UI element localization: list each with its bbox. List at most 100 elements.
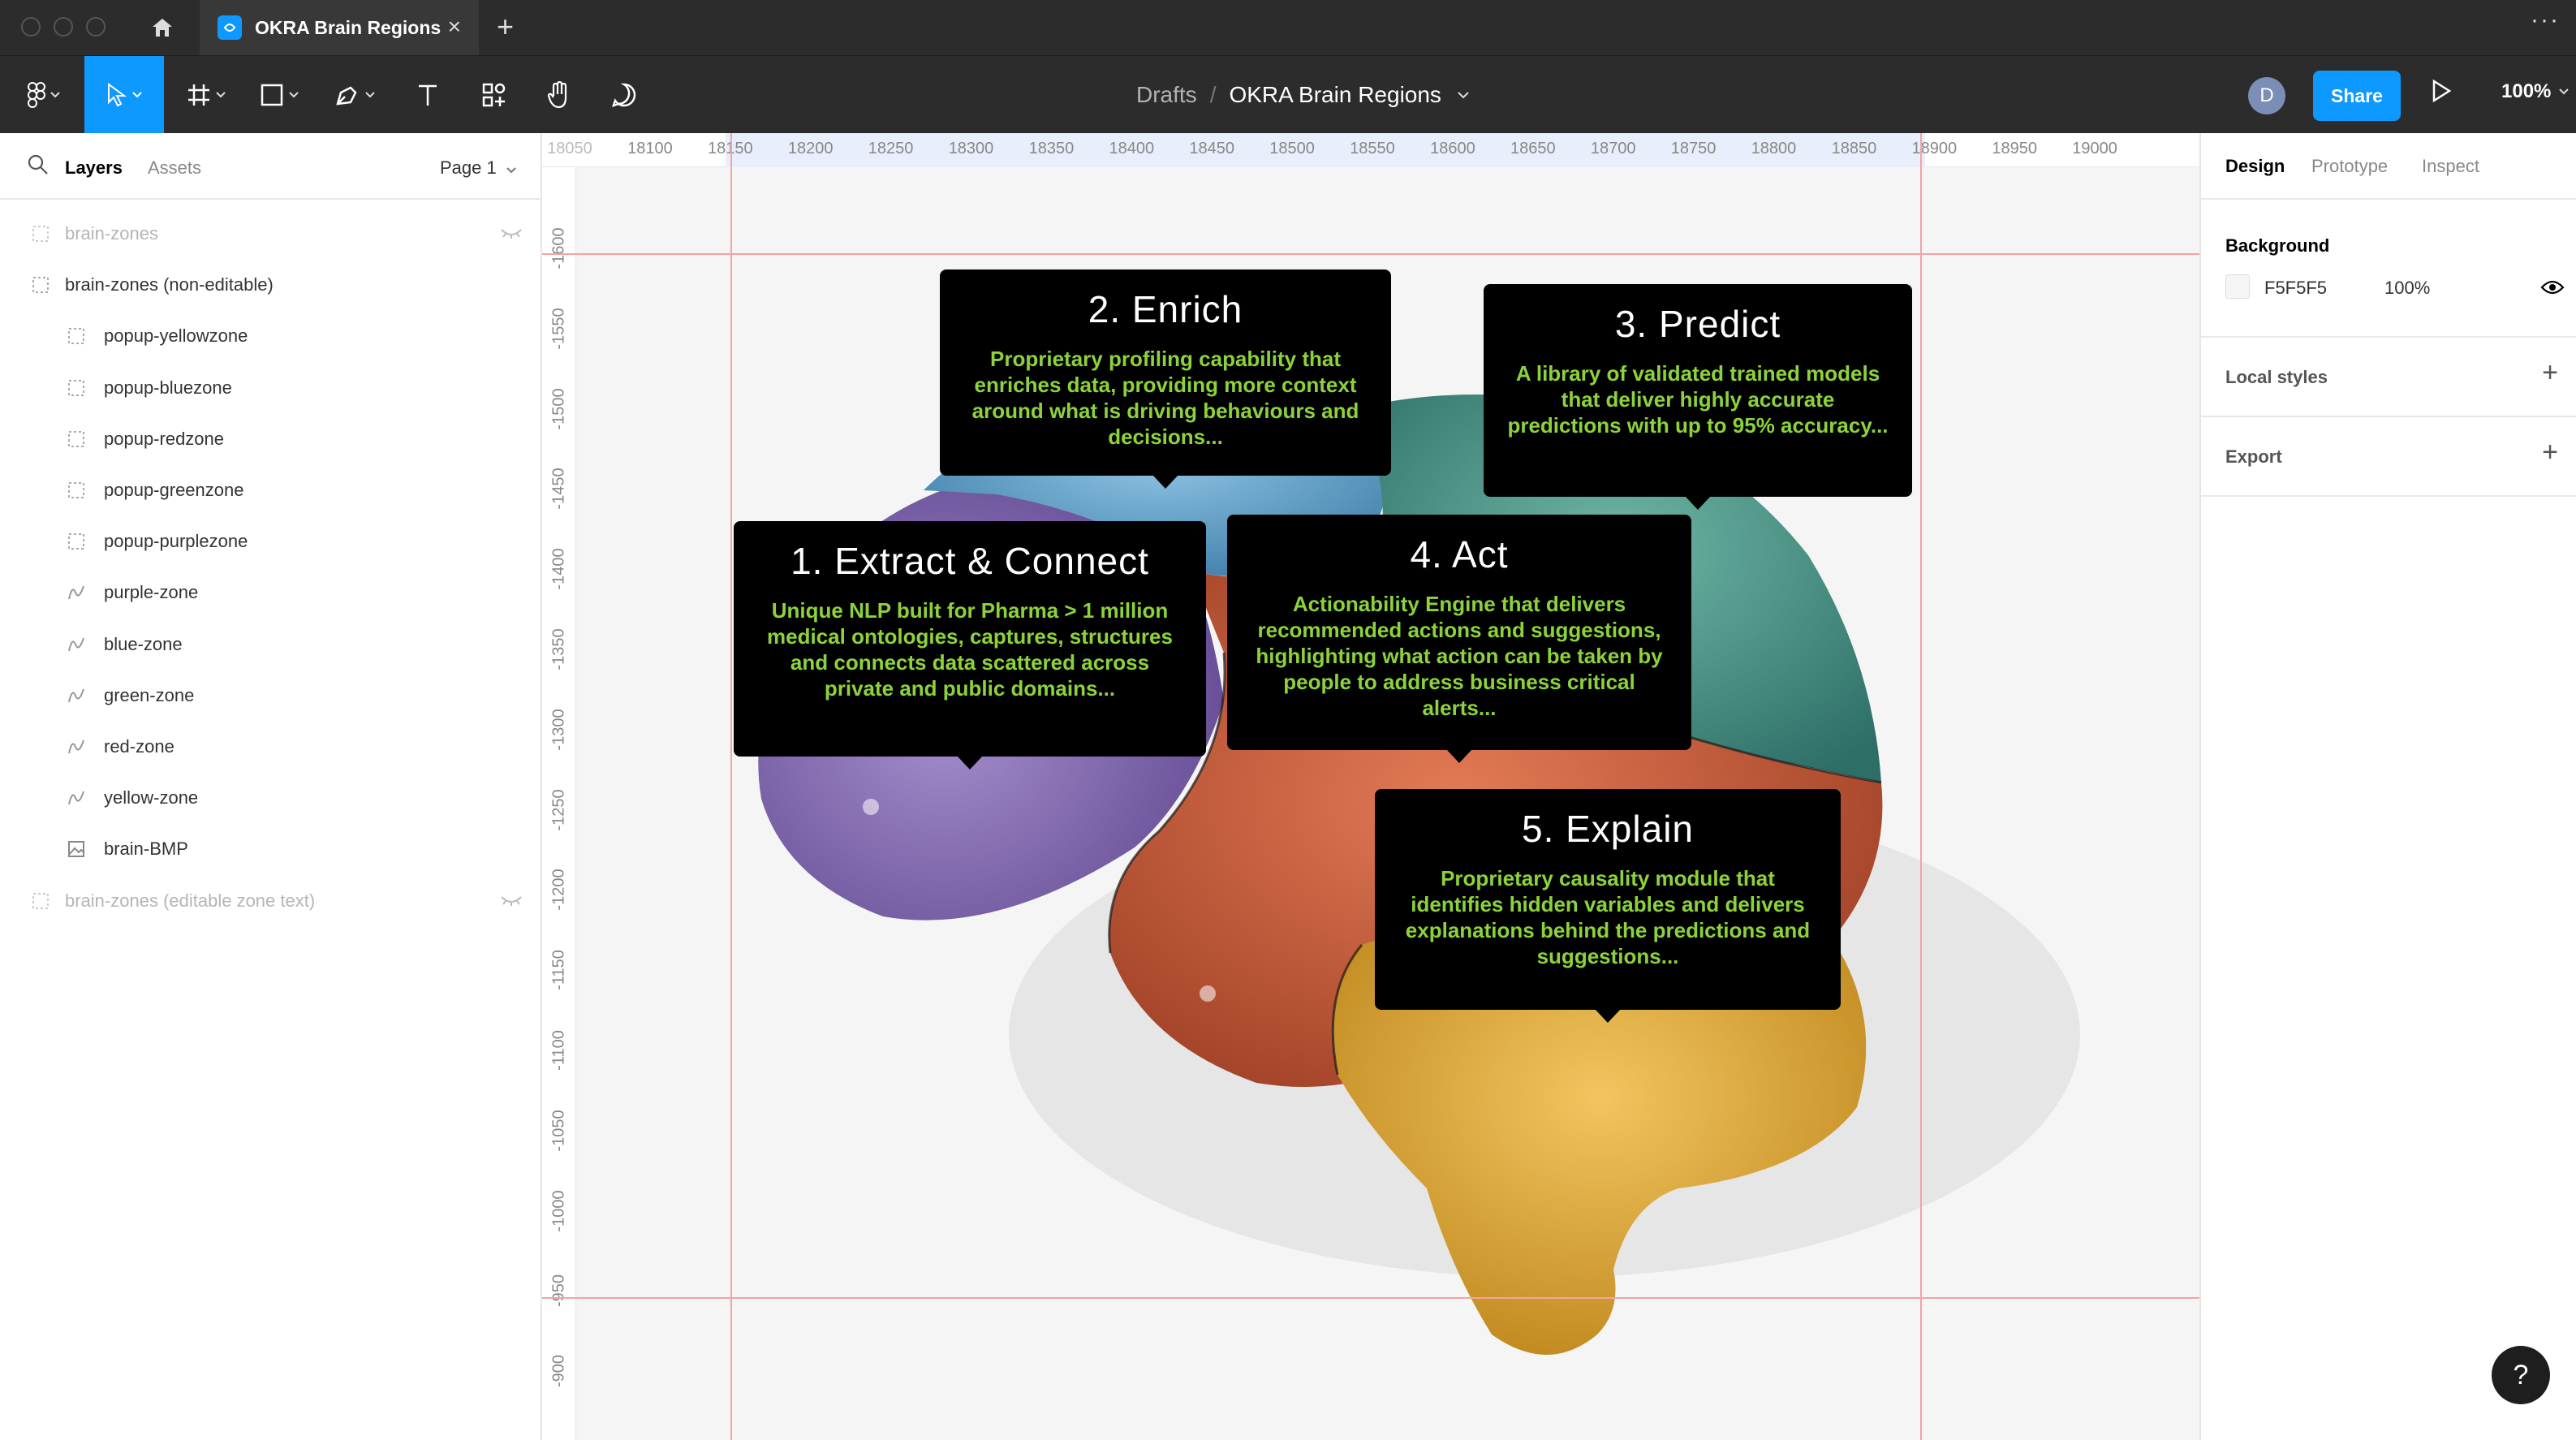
search-icon[interactable] bbox=[28, 154, 49, 175]
tab-assets[interactable]: Assets bbox=[148, 157, 201, 179]
zoom-dropdown[interactable]: 100% bbox=[2501, 80, 2570, 103]
close-icon[interactable]: × bbox=[448, 14, 461, 40]
window-close-dot[interactable] bbox=[21, 17, 41, 37]
present-button[interactable] bbox=[2431, 79, 2452, 107]
layer-row[interactable]: brain-BMP bbox=[0, 823, 542, 875]
add-export-icon[interactable]: + bbox=[2542, 437, 2558, 468]
eye-closed-icon[interactable] bbox=[500, 890, 523, 912]
pen-tool-button[interactable] bbox=[320, 56, 390, 134]
frame-layer-icon bbox=[29, 274, 52, 296]
share-button[interactable]: Share bbox=[2313, 71, 2401, 121]
popup-enrich[interactable]: 2. Enrich Proprietary profiling capabili… bbox=[940, 269, 1391, 489]
breadcrumb: Drafts / OKRA Brain Regions bbox=[1136, 56, 1469, 134]
layer-row[interactable]: purple-zone bbox=[0, 567, 542, 619]
popup-explain[interactable]: 5. Explain Proprietary causality module … bbox=[1375, 789, 1841, 1023]
window-minimize-dot[interactable] bbox=[54, 17, 73, 37]
layer-row[interactable]: red-zone bbox=[0, 721, 542, 773]
more-icon[interactable]: ··· bbox=[2531, 6, 2560, 34]
ruler-top-label: 18400 bbox=[1109, 140, 1155, 157]
page-label: Page 1 bbox=[440, 157, 497, 178]
eye-closed-icon[interactable] bbox=[500, 223, 523, 244]
frame-guide-right bbox=[1920, 133, 1922, 1440]
popup-body: A library of validated trained models th… bbox=[1507, 361, 1889, 438]
chevron-down-icon bbox=[132, 92, 142, 98]
window-zoom-dot[interactable] bbox=[86, 17, 106, 37]
ruler-left-label: -950 bbox=[549, 1274, 568, 1308]
layer-row[interactable]: popup-purplezone bbox=[0, 515, 542, 567]
popup-predict[interactable]: 3. Predict A library of validated traine… bbox=[1484, 284, 1912, 510]
image-layer-icon bbox=[65, 838, 88, 860]
ruler-left-label: -1050 bbox=[549, 1110, 568, 1152]
popup-title: 1. Extract & Connect bbox=[790, 540, 1149, 582]
layers-panel-header: Layers Assets Page 1 bbox=[0, 133, 541, 200]
layer-row[interactable]: brain-zones bbox=[0, 208, 542, 260]
add-style-icon[interactable]: + bbox=[2542, 357, 2558, 389]
hand-tool-button[interactable] bbox=[532, 56, 586, 134]
tab-inspect[interactable]: Inspect bbox=[2422, 156, 2479, 177]
layer-row[interactable]: brain-zones (editable zone text) bbox=[0, 875, 542, 927]
ruler-left-label: -1450 bbox=[549, 468, 568, 510]
frame-tool-button[interactable] bbox=[174, 56, 239, 134]
layer-row[interactable]: brain-zones (non-editable) bbox=[0, 259, 542, 311]
main-menu-button[interactable] bbox=[11, 56, 76, 134]
layer-row[interactable]: popup-redzone bbox=[0, 413, 542, 465]
layer-name: popup-bluezone bbox=[104, 377, 232, 398]
popup-extract-connect[interactable]: 1. Extract & Connect Unique NLP built fo… bbox=[734, 521, 1206, 770]
tab-design[interactable]: Design bbox=[2225, 156, 2285, 177]
popup-body: Unique NLP built for Pharma > 1 million … bbox=[767, 598, 1173, 701]
home-icon[interactable] bbox=[140, 11, 185, 44]
ruler-left-label: -1150 bbox=[549, 950, 568, 991]
frame-guide-left bbox=[730, 133, 732, 1440]
shape-tool-button[interactable] bbox=[247, 56, 312, 134]
layer-row[interactable]: popup-greenzone bbox=[0, 464, 542, 516]
popup-act[interactable]: 4. Act Actionability Engine that deliver… bbox=[1227, 515, 1691, 763]
popup-body: Actionability Engine that delivers recom… bbox=[1256, 592, 1663, 720]
frame-layer-icon bbox=[65, 479, 88, 502]
layer-name: yellow-zone bbox=[104, 787, 199, 808]
resources-tool-button[interactable] bbox=[467, 56, 521, 134]
layer-name: popup-yellowzone bbox=[104, 326, 248, 347]
text-tool-button[interactable] bbox=[401, 56, 454, 134]
background-opacity[interactable]: 100% bbox=[2384, 278, 2430, 299]
file-tab[interactable]: OKRA Brain Regions × bbox=[200, 0, 479, 55]
frame-layer-icon bbox=[29, 222, 52, 245]
ruler-top-label: 19000 bbox=[2072, 140, 2117, 157]
ruler-top-label: 18650 bbox=[1510, 140, 1556, 157]
file-name[interactable]: OKRA Brain Regions bbox=[1229, 82, 1441, 108]
properties-panel: Design Prototype Inspect Background F5F5… bbox=[2199, 133, 2576, 1440]
layer-row[interactable]: popup-bluezone bbox=[0, 362, 542, 414]
ruler-top-label: 18850 bbox=[1831, 140, 1877, 157]
layer-name: brain-zones (non-editable) bbox=[65, 274, 274, 295]
layer-name: popup-purplezone bbox=[104, 531, 248, 552]
plus-icon[interactable]: + bbox=[497, 10, 514, 44]
layer-row[interactable]: green-zone bbox=[0, 670, 542, 722]
tab-layers[interactable]: Layers bbox=[65, 157, 123, 179]
frame-layer-icon bbox=[65, 325, 88, 347]
popup-title: 2. Enrich bbox=[1088, 288, 1243, 330]
frame-icon bbox=[188, 84, 209, 106]
layer-row[interactable]: yellow-zone bbox=[0, 772, 542, 824]
background-hex[interactable]: F5F5F5 bbox=[2264, 278, 2327, 299]
layer-name: red-zone bbox=[104, 736, 174, 757]
page-selector[interactable]: Page 1 bbox=[440, 157, 516, 179]
move-tool-button[interactable] bbox=[84, 56, 164, 134]
breadcrumb-drafts[interactable]: Drafts bbox=[1136, 82, 1197, 108]
ruler-top-label: 18950 bbox=[1992, 140, 2037, 157]
ruler-top-label: 18050 bbox=[547, 140, 592, 157]
background-swatch[interactable] bbox=[2225, 274, 2250, 299]
rectangle-icon bbox=[261, 84, 283, 106]
popup-body: Proprietary profiling capability that en… bbox=[971, 347, 1359, 449]
properties-tabs: Design Prototype Inspect bbox=[2201, 133, 2576, 200]
chevron-down-icon[interactable] bbox=[1458, 91, 1469, 99]
tab-prototype[interactable]: Prototype bbox=[2311, 156, 2388, 177]
ruler-top-label: 18250 bbox=[868, 140, 914, 157]
avatar[interactable]: D bbox=[2248, 77, 2285, 114]
help-button[interactable]: ? bbox=[2492, 1346, 2550, 1404]
layer-name: brain-zones (editable zone text) bbox=[65, 890, 316, 911]
eye-icon[interactable] bbox=[2540, 279, 2565, 295]
canvas[interactable]: 1805018100181501820018250183001835018400… bbox=[542, 133, 2199, 1440]
layer-row[interactable]: popup-yellowzone bbox=[0, 310, 542, 362]
layer-row[interactable]: blue-zone bbox=[0, 619, 542, 670]
chevron-down-icon bbox=[506, 167, 516, 174]
comment-tool-button[interactable] bbox=[597, 56, 651, 134]
